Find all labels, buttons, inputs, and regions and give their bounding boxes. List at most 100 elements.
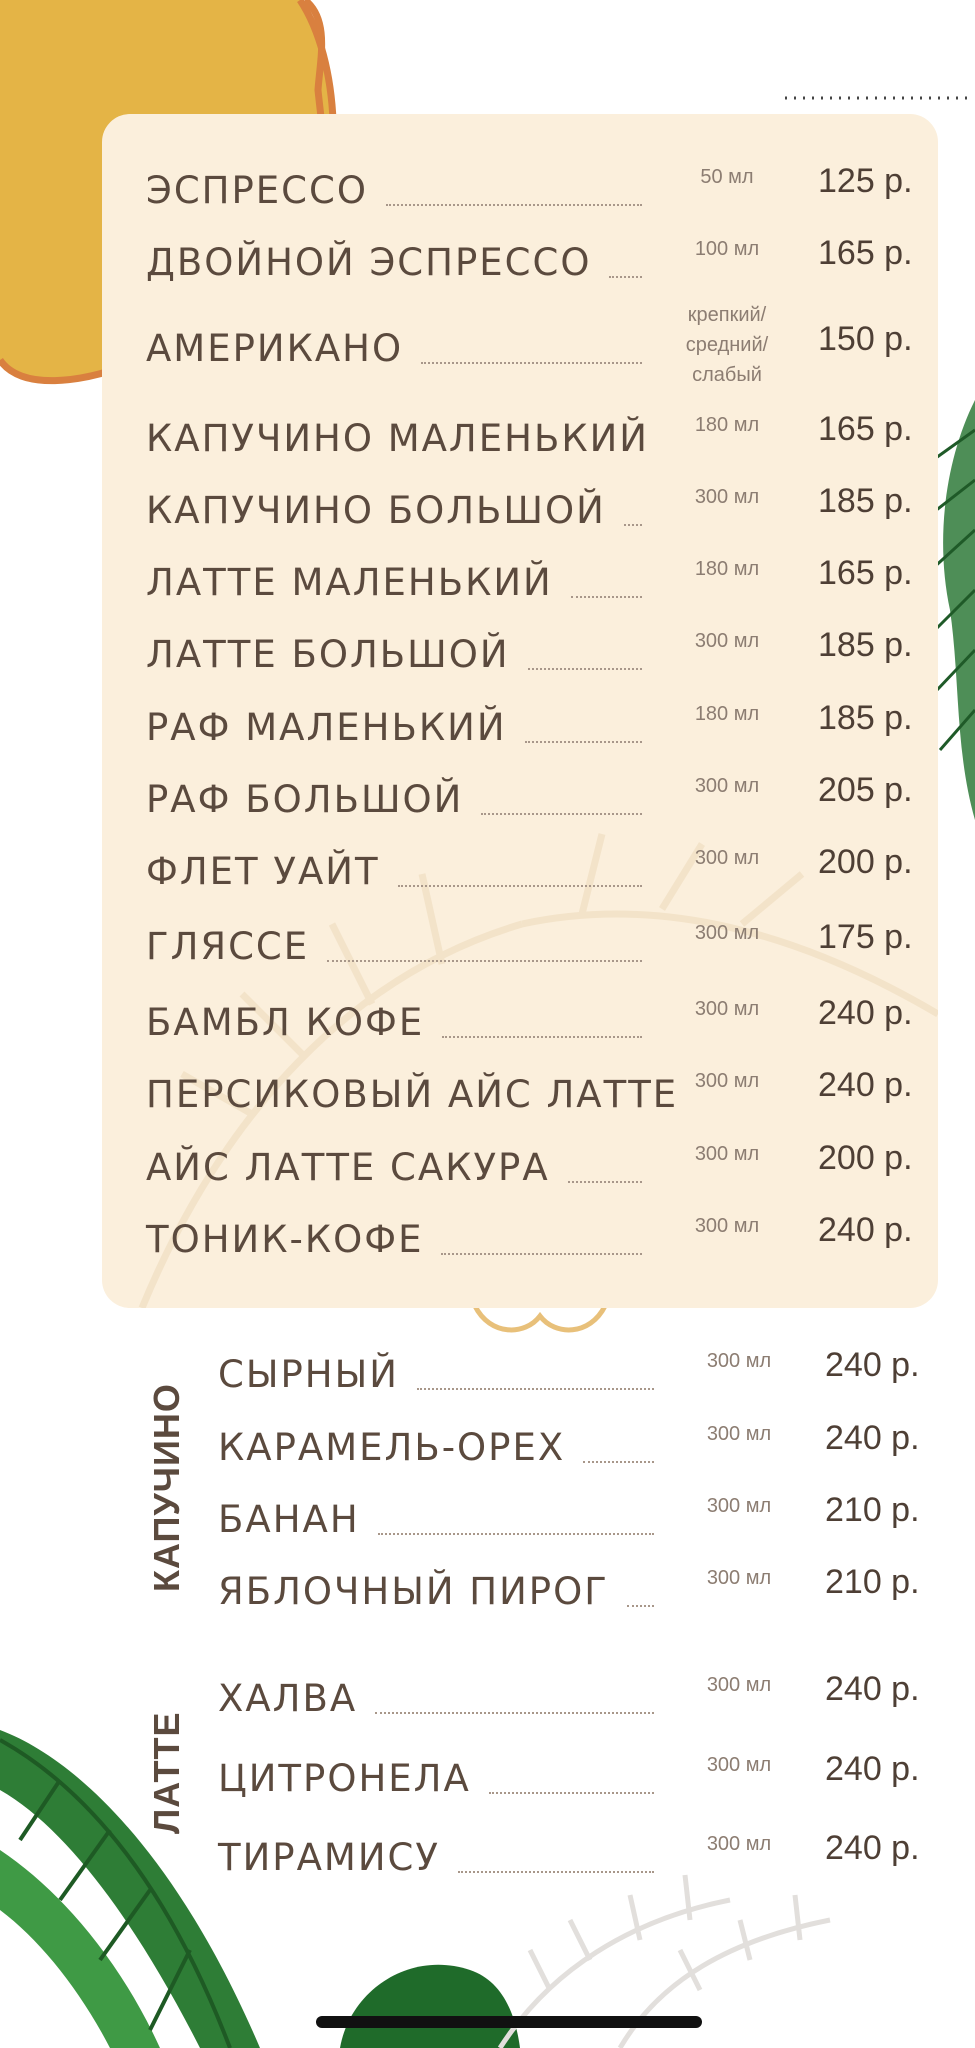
menu-item-name: ЛАТТЕ МАЛЕНЬКИЙ — [146, 560, 553, 604]
menu-item-row: ТИРАМИСУ — [218, 1827, 664, 1887]
menu-item-name: БАНАН — [218, 1497, 360, 1541]
menu-item-volume: 50 мл — [700, 166, 754, 188]
menu-item-price: 240 р. — [818, 994, 913, 1032]
menu-item-row: КАПУЧИНО МАЛЕНЬКИЙ — [146, 408, 652, 468]
menu-item-row: ПЕРСИКОВЫЙ АЙС ЛАТТЕ — [146, 1064, 676, 1124]
menu-item-price: 210 р. — [825, 1563, 920, 1601]
leader-dots — [623, 524, 642, 526]
menu-item-name: ХАЛВА — [218, 1676, 358, 1720]
menu-item-name: АМЕРИКАНО — [146, 326, 404, 370]
menu-item-name: КАРАМЕЛЬ-ОРЕХ — [218, 1425, 566, 1469]
menu-item-volume: 300 мл — [706, 1423, 772, 1445]
menu-item-price: 185 р. — [818, 482, 913, 520]
menu-item-name: АЙС ЛАТТЕ САКУРА — [146, 1145, 550, 1189]
menu-item-volume: 300 мл — [706, 1350, 772, 1372]
menu-item-name: КАПУЧИНО БОЛЬШОЙ — [146, 488, 606, 532]
leader-dots — [385, 204, 642, 206]
menu-item-price: 240 р. — [825, 1419, 920, 1457]
menu-item-row: КАРАМЕЛЬ-ОРЕХ — [218, 1417, 664, 1477]
leader-dots — [524, 741, 642, 743]
menu-item-volume: 180 мл — [694, 703, 760, 725]
leader-dots — [457, 1871, 654, 1873]
menu-item-volume: 100 мл — [694, 238, 760, 260]
menu-item-volume: крепкий/ средний/ слабый — [685, 304, 769, 386]
leader-dots — [442, 1036, 642, 1038]
menu-item-price: 185 р. — [818, 626, 913, 664]
menu-item-row: РАФ БОЛЬШОЙ — [146, 769, 652, 829]
leader-dots — [375, 1712, 654, 1714]
leader-dots — [583, 1461, 654, 1463]
menu-item-volume: 300 мл — [694, 1143, 760, 1165]
menu-item-price: 185 р. — [818, 699, 913, 737]
menu-item-row: КАПУЧИНО БОЛЬШОЙ — [146, 480, 652, 540]
menu-item-volume: 300 мл — [706, 1833, 772, 1855]
menu-item-volume: 300 мл — [706, 1495, 772, 1517]
menu-item-name: ПЕРСИКОВЫЙ АЙС ЛАТТЕ — [146, 1072, 679, 1116]
menu-item-price: 165 р. — [818, 410, 913, 448]
menu-item-price: 200 р. — [818, 1139, 913, 1177]
leader-dots — [527, 668, 642, 670]
menu-item-volume: 300 мл — [706, 1567, 772, 1589]
leader-dots — [416, 1388, 654, 1390]
menu-item-price: 240 р. — [825, 1670, 920, 1708]
menu-item-row: БАМБЛ КОФЕ — [146, 992, 652, 1052]
menu-item-name: ЛАТТЕ БОЛЬШОЙ — [146, 632, 510, 676]
menu-item-price: 240 р. — [818, 1066, 913, 1104]
leader-dots — [570, 596, 642, 598]
menu-item-row: ЛАТТЕ БОЛЬШОЙ — [146, 624, 652, 684]
menu-item-volume: 300 мл — [694, 486, 760, 508]
menu-item-name: БАМБЛ КОФЕ — [146, 1000, 425, 1044]
menu-item-row: ЛАТТЕ МАЛЕНЬКИЙ — [146, 552, 652, 612]
menu-item-price: 240 р. — [825, 1829, 920, 1867]
menu-item-name: РАФ МАЛЕНЬКИЙ — [146, 705, 507, 749]
menu-item-volume: 300 мл — [694, 775, 760, 797]
menu-item-volume: 180 мл — [694, 414, 760, 436]
menu-item-name: ТИРАМИСУ — [218, 1835, 440, 1879]
menu-item-name: ЯБЛОЧНЫЙ ПИРОГ — [218, 1569, 609, 1613]
menu-item-row: ЯБЛОЧНЫЙ ПИРОГ — [218, 1561, 664, 1621]
menu-item-name: ДВОЙНОЙ ЭСПРЕССО — [146, 240, 592, 284]
menu-item-row: ТОНИК-КОФЕ — [146, 1209, 652, 1269]
section-label-cappuccino: КАПУЧИНО — [146, 1383, 187, 1592]
menu-item-price: 240 р. — [825, 1750, 920, 1788]
menu-item-volume: 300 мл — [694, 998, 760, 1020]
home-indicator[interactable] — [316, 2016, 702, 2028]
leader-dots — [481, 813, 642, 815]
menu-item-volume: 300 мл — [706, 1754, 772, 1776]
leader-dots — [327, 960, 642, 962]
menu-item-price: 205 р. — [818, 771, 913, 809]
menu-item-name: ФЛЕТ УАЙТ — [146, 849, 380, 893]
menu-item-name: ГЛЯССЕ — [146, 924, 310, 968]
menu-item-price: 240 р. — [818, 1211, 913, 1249]
leader-dots — [626, 1605, 654, 1607]
menu-item-price: 165 р. — [818, 234, 913, 272]
menu-item-name: ТОНИК-КОФЕ — [146, 1217, 424, 1261]
menu-item-row: ЦИТРОНЕЛА — [218, 1748, 664, 1808]
menu-item-row: АМЕРИКАНО — [146, 318, 652, 378]
leader-dots — [397, 885, 642, 887]
menu-item-name: РАФ БОЛЬШОЙ — [146, 777, 464, 821]
menu-item-volume: 180 мл — [694, 558, 760, 580]
menu-item-price: 175 р. — [818, 918, 913, 956]
menu-item-volume: 300 мл — [694, 922, 760, 944]
menu-item-name: ЭСПРЕССО — [146, 168, 368, 212]
leader-dots — [377, 1533, 654, 1535]
menu-item-price: 165 р. — [818, 554, 913, 592]
menu-item-name: СЫРНЫЙ — [218, 1352, 399, 1396]
menu-item-name: КАПУЧИНО МАЛЕНЬКИЙ — [146, 416, 649, 460]
menu-item-price: 210 р. — [825, 1491, 920, 1529]
menu-item-volume: 300 мл — [706, 1674, 772, 1696]
menu-item-price: 150 р. — [818, 320, 913, 358]
menu-item-row: ДВОЙНОЙ ЭСПРЕССО — [146, 232, 652, 292]
menu-item-row: СЫРНЫЙ — [218, 1344, 664, 1404]
menu-item-row: АЙС ЛАТТЕ САКУРА — [146, 1137, 652, 1197]
menu-item-row: ЭСПРЕССО — [146, 160, 652, 220]
menu-item-name: ЦИТРОНЕЛА — [218, 1756, 471, 1800]
leader-dots — [567, 1181, 642, 1183]
leader-dots — [609, 276, 642, 278]
menu-item-price: 240 р. — [825, 1346, 920, 1384]
menu-item-price: 125 р. — [818, 162, 913, 200]
menu-item-row: ХАЛВА — [218, 1668, 664, 1728]
leader-dots — [441, 1253, 642, 1255]
dotted-line-decoration — [785, 96, 970, 100]
